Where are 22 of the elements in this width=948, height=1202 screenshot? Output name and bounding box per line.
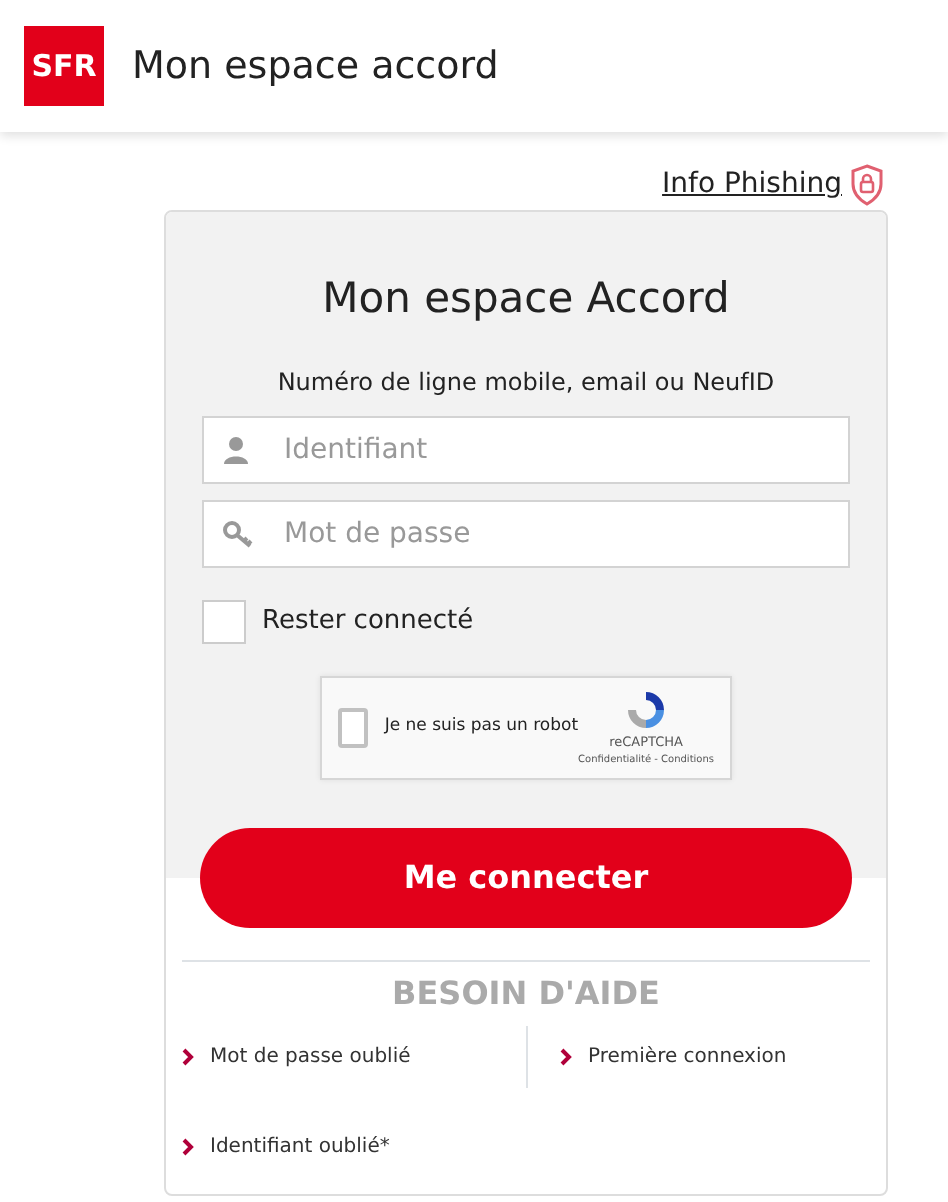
help-link[interactable]: Première connexion	[588, 1041, 787, 1071]
header-title: Mon espace accord	[132, 41, 499, 92]
login-hint: Numéro de ligne mobile, email ou NeufID	[275, 365, 777, 399]
shield-lock-icon	[850, 164, 884, 206]
help-link[interactable]: Mot de passe oublié	[210, 1041, 411, 1071]
remember-label: Rester connecté	[262, 603, 474, 640]
chevron-icon	[182, 1047, 194, 1065]
user-icon	[222, 435, 250, 465]
captcha-label: Je ne suis pas un robot	[384, 714, 579, 740]
username-field[interactable]: Identifiant	[202, 415, 850, 483]
sfr-logo: SFR	[24, 26, 104, 106]
chevron-icon	[182, 1137, 194, 1155]
key-icon	[222, 519, 254, 549]
login-title: Mon espace Accord	[320, 272, 732, 326]
chevron-icon	[560, 1047, 572, 1065]
login-button[interactable]: Me connecter	[200, 827, 852, 927]
password-field[interactable]: Mot de passe	[202, 499, 850, 567]
captcha-checkbox[interactable]	[338, 707, 369, 747]
remember-checkbox[interactable]	[202, 599, 246, 643]
help-link[interactable]: Identifiant oublié*	[210, 1131, 390, 1161]
info-phishing-link[interactable]: Info Phishing	[662, 164, 842, 206]
help-title: BESOIN D'AIDE	[392, 973, 660, 1011]
